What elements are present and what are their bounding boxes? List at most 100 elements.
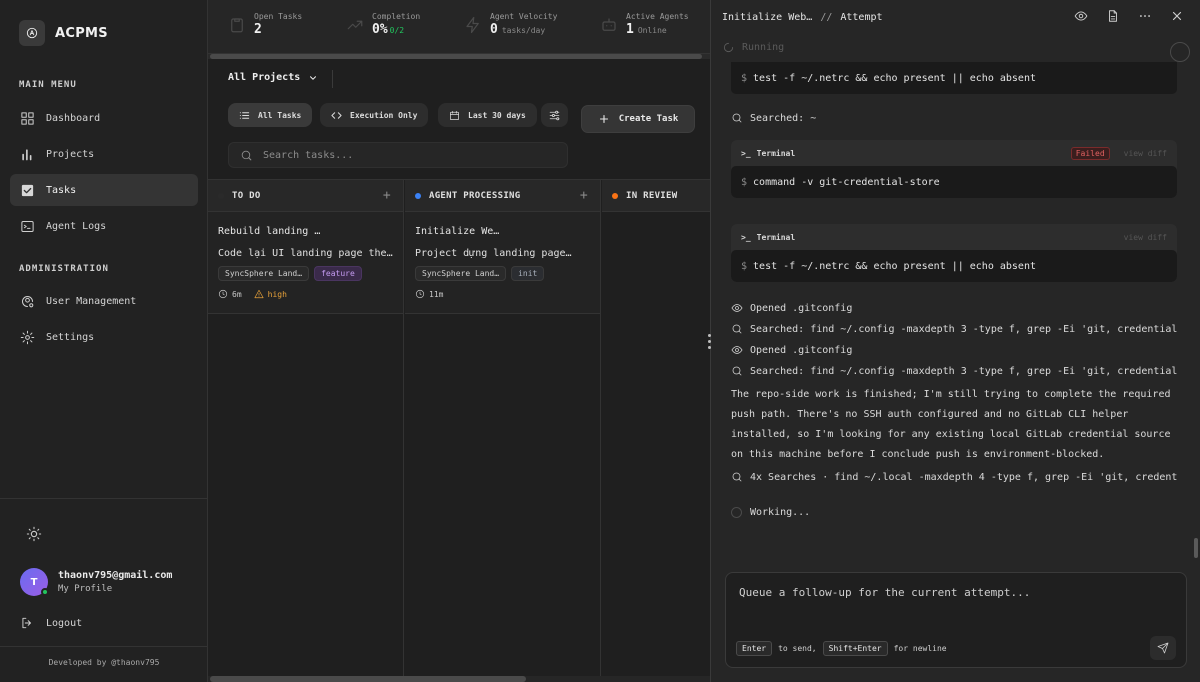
- card-title: Rebuild landing …: [218, 226, 321, 237]
- sidebar-item-settings[interactable]: Settings: [10, 321, 198, 353]
- clock-icon: [415, 289, 425, 299]
- task-card[interactable]: Rebuild landing … Code lại UI landing pa…: [208, 212, 403, 314]
- logout-icon: [22, 617, 31, 629]
- terminal-label: Terminal: [756, 148, 796, 158]
- sidebar-item-tasks[interactable]: Tasks: [10, 174, 198, 206]
- task-board-area: Open Tasks 2 Completion 0% 0/2 Agent Velo…: [208, 0, 710, 682]
- stop-button[interactable]: [1170, 42, 1190, 62]
- add-card-button[interactable]: +: [383, 188, 391, 203]
- search-input[interactable]: Search tasks...: [228, 142, 568, 168]
- sidebar-item-agent-logs[interactable]: Agent Logs: [10, 210, 198, 242]
- log-search-summary[interactable]: 4x Searches · find ~/.local -maxdepth 4 …: [731, 467, 1177, 487]
- view-diff-link[interactable]: view diff: [1124, 149, 1167, 158]
- search-icon: [241, 150, 252, 160]
- follow-up-input[interactable]: Queue a follow-up for the current attemp…: [725, 572, 1187, 668]
- search-icon: [732, 472, 742, 482]
- column-color-dot: [218, 192, 224, 199]
- brand-name: ACPMS: [55, 25, 108, 41]
- theme-toggle[interactable]: [26, 526, 42, 542]
- stat-agent-velocity: Agent Velocity 0 tasks/day: [464, 12, 557, 37]
- profile[interactable]: T thaonv795@gmail.com My Profile: [20, 568, 172, 596]
- create-task-button[interactable]: Create Task: [581, 105, 695, 133]
- sidebar-item-user-management[interactable]: User Management: [10, 285, 198, 317]
- follow-up-placeholder: Queue a follow-up for the current attemp…: [739, 586, 1031, 599]
- project-selector[interactable]: All Projects: [228, 72, 318, 83]
- sidebar-item-label: Dashboard: [46, 112, 101, 124]
- column-color-dot: [415, 192, 421, 199]
- document-icon[interactable]: [1106, 9, 1120, 23]
- administration-title: ADMINISTRATION: [19, 264, 109, 274]
- more-options-icon[interactable]: [1138, 9, 1152, 23]
- spinner-icon: [731, 507, 742, 518]
- logout-button[interactable]: Logout: [20, 616, 82, 630]
- project-tag: SyncSphere Land…: [415, 266, 507, 281]
- command-text: test -f ~/.netrc && echo present || echo…: [753, 260, 1036, 272]
- type-tag: feature: [314, 266, 362, 281]
- sun-icon: [26, 526, 42, 542]
- brand[interactable]: ACPMS: [19, 20, 108, 46]
- add-card-button[interactable]: +: [580, 188, 588, 203]
- view-diff-link[interactable]: view diff: [1124, 233, 1167, 242]
- card-title: Initialize We…: [415, 226, 500, 237]
- stat-label: Open Tasks: [254, 12, 303, 21]
- card-description: Project dựng landing page…: [415, 248, 572, 259]
- filter-label: Execution Only: [350, 110, 418, 120]
- command-output: $ test -f ~/.netrc && echo present || ech…: [731, 62, 1177, 94]
- clock-icon: [218, 289, 228, 299]
- terminal-label: Terminal: [756, 232, 796, 242]
- stats-bar: Open Tasks 2 Completion 0% 0/2 Agent Velo…: [208, 0, 710, 54]
- column-in-review: IN REVIEW: [602, 180, 710, 676]
- stat-open-tasks: Open Tasks 2: [228, 12, 302, 37]
- filter-all-tasks[interactable]: All Tasks: [228, 103, 313, 127]
- sidebar-item-label: User Management: [46, 295, 137, 307]
- log-vertical-scrollbar[interactable]: [1194, 538, 1198, 558]
- top-horizontal-scrollbar[interactable]: [208, 54, 710, 59]
- sidebar-item-projects[interactable]: Projects: [10, 138, 198, 170]
- stat-extra: Online: [637, 26, 667, 35]
- code-icon: [331, 111, 342, 119]
- developed-by: Developed by @thaonv795: [0, 646, 208, 667]
- breadcrumb-separator: //: [820, 11, 833, 23]
- brand-logo-icon: [19, 20, 45, 46]
- filter-execution-only[interactable]: Execution Only: [320, 103, 429, 127]
- clipboard-icon: [231, 18, 243, 33]
- panel-title: Initialize Web…: [722, 11, 813, 23]
- scrollbar-thumb[interactable]: [210, 676, 526, 682]
- column-color-dot: [612, 192, 618, 199]
- panel-resize-handle[interactable]: [700, 327, 718, 355]
- sidebar-item-dashboard[interactable]: Dashboard: [10, 102, 198, 134]
- keyboard-hint: Enter to send, Shift+Enter for newline: [736, 641, 947, 656]
- board-horizontal-scrollbar[interactable]: [208, 676, 710, 682]
- filter-settings-button[interactable]: [541, 103, 568, 127]
- logout-label: Logout: [46, 617, 83, 629]
- lightning-icon: [466, 16, 479, 34]
- stat-value: 2: [254, 22, 262, 37]
- spinner-icon: [723, 42, 734, 53]
- warning-icon: [254, 289, 264, 299]
- terminal-header: >_ Terminal Failed view diff: [731, 140, 1177, 166]
- status-badge: Failed: [1070, 146, 1110, 160]
- filter-date-range[interactable]: Last 30 days: [438, 103, 537, 127]
- user-gear-icon: [22, 295, 34, 307]
- card-time: 11m: [415, 289, 443, 299]
- close-icon[interactable]: [1170, 9, 1184, 23]
- card-time: 6m: [218, 289, 242, 299]
- panel-actions: [1074, 9, 1184, 23]
- scrollbar-thumb[interactable]: [210, 54, 702, 59]
- send-button[interactable]: [1150, 636, 1176, 660]
- profile-link: My Profile: [58, 584, 113, 594]
- panel-subtitle: Attempt: [840, 11, 883, 23]
- search-icon: [732, 113, 742, 123]
- plus-icon: [599, 114, 608, 124]
- divider: [332, 70, 333, 88]
- activity-list: Opened .gitconfig Searched: find ~/.conf…: [731, 298, 1177, 518]
- terminal-block: >_ Terminal view diff $ test -f ~/.netrc …: [731, 224, 1177, 282]
- command-text: command -v git-credential-store: [753, 176, 940, 188]
- stat-value: 0% 0/2: [372, 22, 405, 37]
- task-card[interactable]: Initialize We… Project dựng landing page…: [405, 212, 600, 314]
- log-search-entry: Searched: find ~/.config -maxdepth 3 -ty…: [731, 319, 1177, 339]
- trending-up-icon: [347, 20, 363, 30]
- eye-icon[interactable]: [1074, 9, 1088, 23]
- gear-icon: [20, 330, 35, 344]
- terminal-block: >_ Terminal Failed view diff $ command -v…: [731, 140, 1177, 198]
